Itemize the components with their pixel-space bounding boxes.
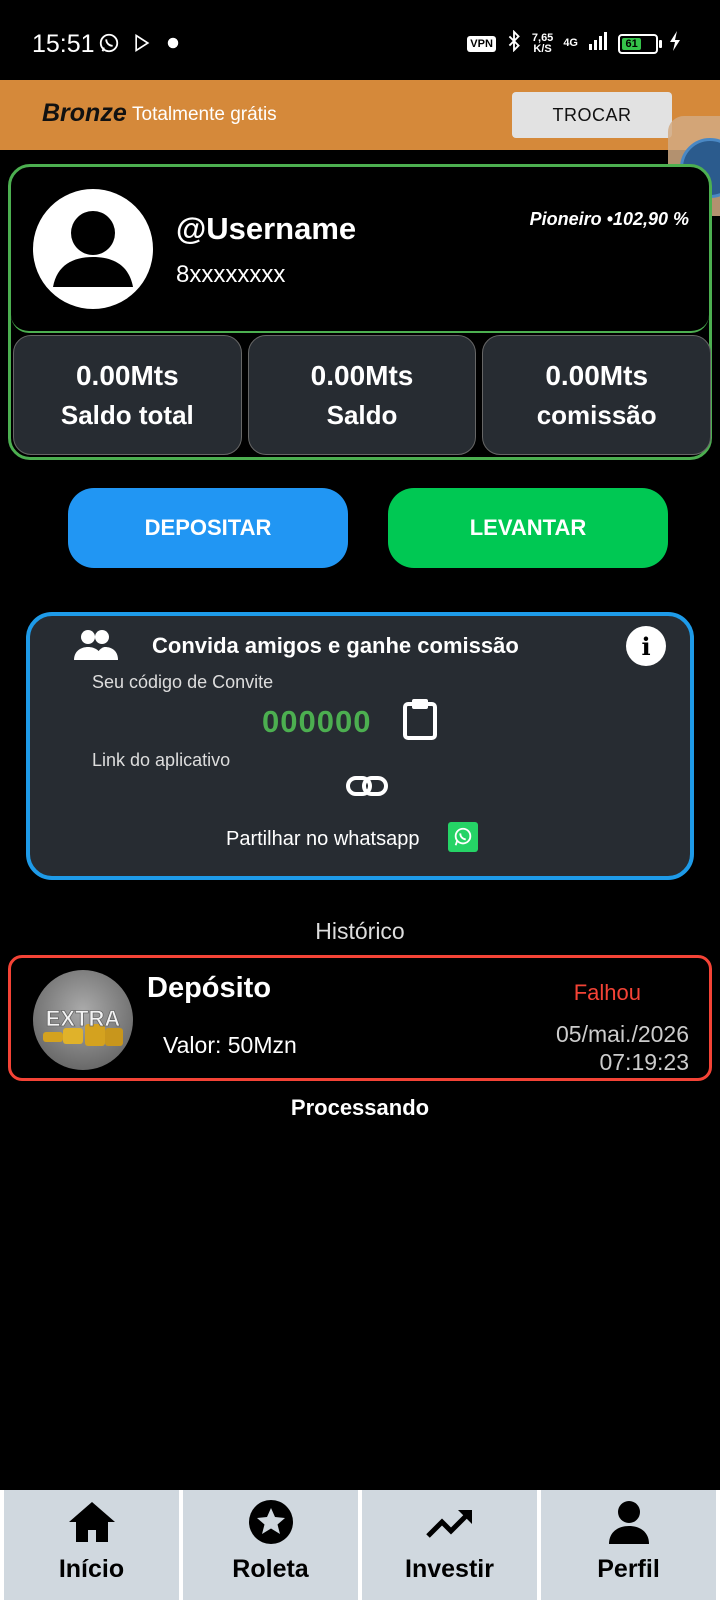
charging-icon	[668, 30, 682, 57]
person-icon	[603, 1498, 655, 1551]
status-time: 15:51	[32, 30, 95, 58]
history-title: Histórico	[315, 918, 405, 944]
transaction-value: Valor: 50Mzn	[163, 1032, 297, 1058]
trending-up-icon	[424, 1498, 476, 1551]
vpn-icon: VPN	[467, 35, 496, 52]
invite-card: Convida amigos e ganhe comissão i Seu có…	[26, 612, 694, 880]
whatsapp-notification-icon	[98, 32, 120, 59]
transaction-thumbnail: EXTRA	[33, 970, 133, 1070]
star-icon	[245, 1498, 297, 1551]
history-item[interactable]: EXTRA Depósito Valor: 50Mzn Falhou 05/ma…	[8, 955, 712, 1081]
bluetooth-icon	[506, 29, 522, 57]
phone-number: 8xxxxxxxx	[176, 261, 286, 288]
plan-banner: Bronze Totalmente grátis TROCAR	[0, 80, 720, 150]
avatar[interactable]	[33, 189, 153, 309]
nav-item-roulette[interactable]: Roleta	[183, 1490, 358, 1600]
status-badge: Falhou	[573, 980, 641, 1005]
network-speed: 7,65 K/S	[531, 31, 554, 55]
person-icon	[53, 211, 133, 287]
plan-description: Totalmente grátis	[132, 104, 277, 125]
whatsapp-icon[interactable]	[448, 822, 478, 852]
profile-card: @Username 8xxxxxxxx Pioneiro •102,90 % 0…	[8, 164, 712, 460]
share-whatsapp-label[interactable]: Partilhar no whatsapp	[226, 828, 419, 851]
invite-code: 000000	[262, 704, 372, 739]
app-link-label: Link do aplicativo	[92, 750, 231, 770]
rank-badge: Pioneiro •102,90 %	[529, 209, 689, 229]
network-type: 4G	[563, 37, 578, 49]
invite-code-label: Seu código de Convite	[92, 672, 274, 692]
stat-commission: 0.00Mts comissão	[482, 335, 712, 455]
svg-text:EXTRA: EXTRA	[46, 1006, 121, 1031]
stat-total-balance: 0.00Mts Saldo total	[13, 335, 242, 455]
nav-item-profile[interactable]: Perfil	[541, 1490, 716, 1600]
processing-label: Processando	[290, 1095, 430, 1120]
balance-stats: 0.00Mts Saldo total 0.00Mts Saldo 0.00Mt…	[13, 335, 712, 455]
transaction-datetime: 05/mai./2026 07:19:23	[556, 1021, 689, 1075]
info-icon[interactable]: i	[626, 626, 666, 666]
signal-icon	[588, 31, 608, 56]
stat-balance: 0.00Mts Saldo	[247, 335, 477, 455]
username: @Username	[176, 211, 357, 246]
link-icon[interactable]	[346, 774, 388, 803]
play-store-notification-icon	[132, 33, 152, 58]
battery-icon: 61	[618, 33, 662, 54]
deposit-button[interactable]: DEPOSITAR	[68, 488, 348, 568]
app-screen: 15:51 VPN 7,65 K/S 4G 61 Bronze Totalmen…	[0, 0, 720, 1600]
invite-title: Convida amigos e ganhe comissão	[152, 633, 519, 658]
switch-plan-button[interactable]: TROCAR	[512, 92, 672, 138]
nav-item-home[interactable]: Início	[4, 1490, 179, 1600]
clipboard-icon[interactable]	[402, 698, 438, 745]
withdraw-button[interactable]: LEVANTAR	[388, 488, 668, 568]
nav-item-invest[interactable]: Investir	[362, 1490, 537, 1600]
plan-name: Bronze	[42, 99, 127, 127]
app-notification-icon	[164, 34, 182, 57]
status-bar: 15:51 VPN 7,65 K/S 4G 61	[0, 0, 720, 80]
profile-header: @Username 8xxxxxxxx Pioneiro •102,90 %	[11, 167, 709, 333]
bottom-nav: Início Roleta Investir Perfil	[0, 1490, 720, 1600]
transaction-type: Depósito	[147, 972, 272, 1004]
home-icon	[66, 1498, 118, 1551]
people-icon	[74, 628, 118, 667]
